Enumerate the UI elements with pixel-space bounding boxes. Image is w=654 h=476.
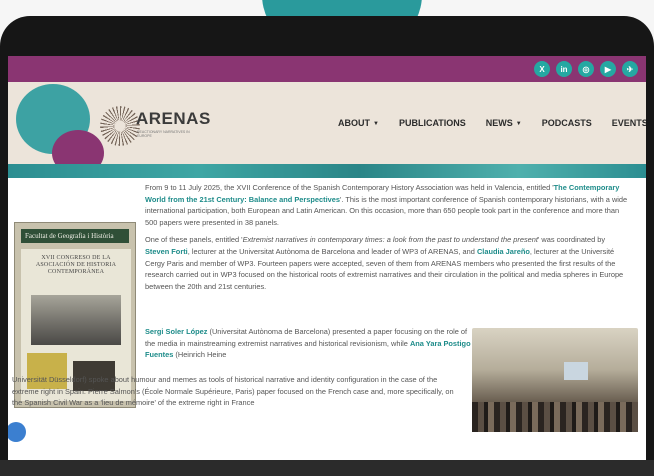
nav-news-label: NEWS: [485, 118, 513, 128]
linkedin-icon[interactable]: in: [556, 61, 572, 77]
laptop-screen: X in ◎ ▶ ✈ ARENAS REACTIONARY NARRATIVES…: [8, 56, 646, 476]
article-paragraph-3: Sergi Soler López (Universitat Autònoma …: [145, 326, 473, 361]
p2-text-mid2: , lecturer at the Universitat Autònoma d…: [187, 246, 477, 256]
poster-photo: [31, 295, 121, 345]
nav-item-podcasts[interactable]: PODCASTS: [542, 118, 592, 128]
panel-title: Extremist narratives in contemporary tim…: [242, 235, 538, 245]
bluesky-icon[interactable]: ✈: [622, 61, 638, 77]
social-bar: X in ◎ ▶ ✈: [8, 56, 646, 82]
laptop-bezel: X in ◎ ▶ ✈ ARENAS REACTIONARY NARRATIVES…: [0, 16, 654, 476]
p3-text-b: (Heinrich Heine: [173, 350, 227, 360]
claudia-jareno-link[interactable]: Claudia Jareño: [477, 247, 530, 256]
nav-item-publications[interactable]: PUBLICATIONS: [399, 118, 466, 128]
conference-session-photo: [472, 328, 638, 432]
poster-header: Facultat de Geografia i Història: [21, 229, 129, 243]
logo[interactable]: ARENAS: [136, 109, 211, 129]
steven-forti-link[interactable]: Steven Forti: [145, 247, 188, 256]
nav-about-label: ABOUT: [338, 118, 370, 128]
nav-publications-label: PUBLICATIONS: [398, 118, 466, 128]
nav-item-about[interactable]: ABOUT ▼: [338, 118, 379, 128]
logo-sun-icon: [100, 106, 140, 146]
article-body: From 9 to 11 July 2025, the XVII Confere…: [145, 182, 631, 298]
p1-text-before: From 9 to 11 July 2025, the XVII Confere…: [145, 183, 554, 192]
instagram-icon[interactable]: ◎: [578, 61, 594, 77]
youtube-icon[interactable]: ▶: [600, 61, 616, 77]
logo-tagline: REACTIONARY NARRATIVES IN EUROPE: [137, 130, 190, 138]
nav-item-events[interactable]: EVENTS: [612, 118, 646, 128]
article-paragraph-1: From 9 to 11 July 2025, the XVII Confere…: [145, 182, 631, 228]
article-paragraph-3-continued: Universität Düsseldorf) spoke about humo…: [12, 375, 454, 408]
p2-text-mid: ' was coordinated by: [537, 235, 606, 245]
audience: [472, 402, 638, 432]
chat-icon[interactable]: [8, 422, 26, 442]
nav-podcasts-label: PODCASTS: [541, 118, 592, 128]
nav-events-label: EVENTS: [611, 118, 646, 128]
article-paragraph-2: One of these panels, entitled 'Extremist…: [145, 234, 631, 292]
header-banner-strip: [8, 164, 646, 178]
main-nav: ABOUT ▼ PUBLICATIONS NEWS ▼ PODCASTS EVENT…: [338, 118, 646, 128]
sergi-soler-link[interactable]: Sergi Soler López: [145, 327, 207, 336]
site-header: ARENAS REACTIONARY NARRATIVES IN EUROPE …: [8, 82, 646, 176]
laptop-base: [0, 460, 654, 476]
p2-text-before: One of these panels, entitled ': [145, 235, 243, 245]
poster-title: XVII CONGRESO DE LA ASOCIACIÓN DE HISTOR…: [35, 255, 117, 275]
x-icon[interactable]: X: [534, 61, 550, 77]
chevron-down-icon: ▼: [373, 120, 379, 127]
projector-screen: [564, 362, 588, 380]
nav-item-news[interactable]: NEWS ▼: [486, 118, 522, 128]
chevron-down-icon: ▼: [515, 120, 522, 127]
